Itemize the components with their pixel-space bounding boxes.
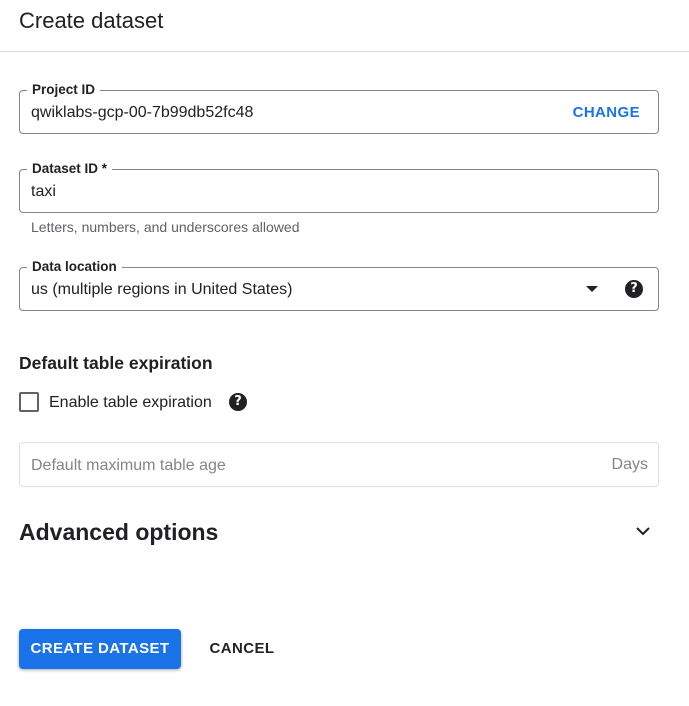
max-table-age-suffix: Days [611,456,648,473]
change-project-button[interactable]: CHANGE [573,103,640,123]
panel-header: Create dataset [0,0,689,52]
enable-expiration-label[interactable]: Enable table expiration [49,393,212,413]
dataset-id-input[interactable]: taxi [31,182,56,202]
advanced-options-title: Advanced options [19,519,219,545]
chevron-down-icon[interactable] [635,523,651,539]
advanced-options-toggle[interactable]: Advanced options [19,517,659,549]
data-location-label: Data location [27,259,122,275]
data-location-value: us (multiple regions in United States) [31,281,293,298]
max-table-age-input: Default maximum table age Days [19,442,659,487]
help-circle-icon[interactable]: ? [229,393,247,411]
cancel-button[interactable]: CANCEL [200,629,284,669]
table-expiration-title: Default table expiration [19,353,213,373]
project-id-label: Project ID [27,82,101,98]
data-location-select[interactable]: Data location us (multiple regions in Un… [19,259,659,311]
dataset-id-label: Dataset ID * [27,161,113,177]
page-title: Create dataset [19,8,164,33]
dataset-id-hint: Letters, numbers, and underscores allowe… [31,219,300,235]
create-dataset-button[interactable]: CREATE DATASET [19,629,181,669]
project-id-value: qwiklabs-gcp-00-7b99db52fc48 [31,104,254,121]
help-circle-icon[interactable]: ? [625,280,643,298]
create-dataset-panel: Create dataset Project ID qwiklabs-gcp-0… [0,0,689,706]
enable-expiration-checkbox[interactable] [19,392,39,412]
project-id-field: Project ID qwiklabs-gcp-00-7b99db52fc48 … [19,82,659,134]
dropdown-arrow-icon[interactable] [586,286,598,292]
dataset-id-field[interactable]: Dataset ID * taxi [19,161,659,213]
max-table-age-placeholder: Default maximum table age [31,457,226,474]
